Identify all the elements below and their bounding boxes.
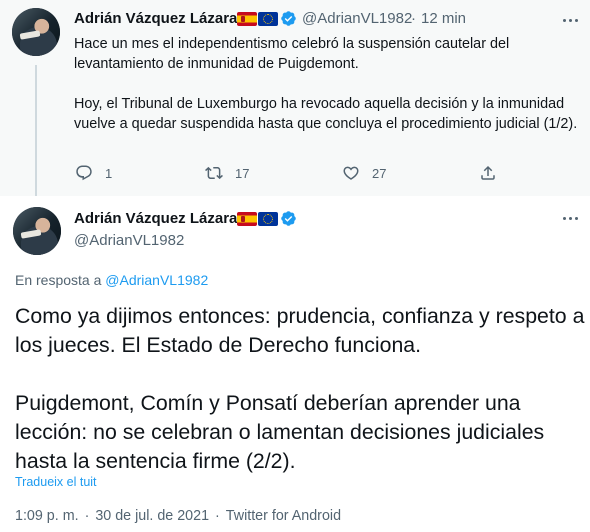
tweet-time[interactable]: 1:09 p. m. — [15, 508, 79, 524]
reply-icon — [76, 165, 92, 181]
more-options-icon[interactable] — [560, 10, 580, 30]
tweet-paragraph: Como ya dijimos entonces: prudencia, con… — [15, 304, 585, 357]
translate-tweet-link[interactable]: Tradueix el tuit — [15, 475, 97, 489]
verified-badge-icon — [281, 211, 296, 226]
verified-badge-icon — [281, 11, 296, 26]
retweet-button[interactable]: 17 — [205, 163, 249, 183]
dot-separator: · — [84, 508, 90, 524]
tweet-paragraph: Hace un mes el independentismo celebró l… — [74, 36, 510, 72]
tweet-paragraph: Hoy, el Tribunal de Luxemburgo ha revoca… — [74, 96, 578, 132]
dot-separator: · — [411, 10, 416, 27]
like-button[interactable]: 27 — [342, 163, 386, 183]
reply-context: En resposta a @AdrianVL1982 — [15, 272, 208, 288]
spain-flag-icon — [237, 12, 257, 26]
reply-button[interactable]: 1 — [75, 163, 112, 183]
retweet-icon — [205, 166, 223, 180]
share-button[interactable] — [479, 163, 497, 183]
avatar[interactable] — [13, 207, 61, 255]
tweet-paragraph: Puigdemont, Comín y Ponsatí deberían apr… — [15, 391, 545, 473]
heart-icon — [343, 166, 359, 180]
share-icon — [481, 165, 495, 180]
parent-tweet[interactable]: Adrián Vázquez Lázara @AdrianVL1982 · 12… — [0, 0, 590, 196]
reply-context-label: En resposta a — [15, 272, 102, 288]
tweet-text: Como ya dijimos entonces: prudencia, con… — [15, 302, 585, 476]
tweet-text: Hace un mes el independentismo celebró l… — [74, 34, 579, 134]
thread-connector-line — [35, 65, 37, 196]
tweet-date[interactable]: 30 de jul. de 2021 — [95, 508, 209, 524]
eu-flag-icon — [258, 12, 278, 26]
more-options-icon[interactable] — [560, 208, 580, 228]
author-name[interactable]: Adrián Vázquez Lázara — [74, 10, 237, 27]
like-count: 27 — [372, 165, 387, 181]
author-handle[interactable]: @AdrianVL1982 — [302, 10, 412, 27]
eu-flag-icon — [258, 212, 278, 226]
tweet-metadata: 1:09 p. m. · 30 de jul. de 2021 · Twitter fo… — [15, 508, 341, 524]
tweet-timestamp[interactable]: 12 min — [421, 10, 466, 27]
dot-separator: · — [215, 508, 220, 524]
spain-flag-icon — [237, 212, 257, 226]
tweet-source[interactable]: Twitter for Android — [226, 508, 341, 524]
author-handle[interactable]: @AdrianVL1982 — [74, 232, 184, 249]
retweet-count: 17 — [235, 165, 250, 181]
reply-count: 1 — [105, 165, 113, 181]
avatar[interactable] — [12, 8, 60, 56]
author-name[interactable]: Adrián Vázquez Lázara — [74, 210, 237, 227]
reply-to-handle-link[interactable]: @AdrianVL1982 — [105, 272, 208, 288]
